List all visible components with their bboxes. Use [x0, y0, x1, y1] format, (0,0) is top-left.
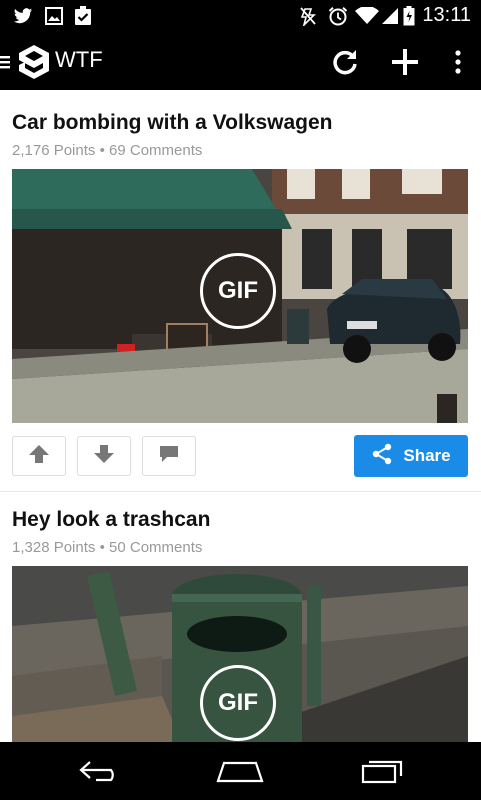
post-comments[interactable]: 69 Comments — [109, 142, 202, 159]
post-title[interactable]: Hey look a trashcan — [12, 508, 210, 532]
signal-icon — [380, 6, 400, 26]
ninegag-logo[interactable] — [14, 42, 54, 82]
menu-icon[interactable] — [0, 42, 12, 82]
mute-icon — [297, 6, 319, 26]
share-button[interactable]: Share — [354, 435, 468, 477]
post-image[interactable]: GIF — [12, 169, 468, 423]
post-meta: 1,328 Points • 50 Comments — [12, 539, 202, 556]
post-points[interactable]: 2,176 Points — [12, 142, 95, 159]
clipboard-check-icon — [72, 6, 94, 26]
twitter-icon — [12, 6, 34, 26]
comment-button[interactable] — [142, 436, 196, 476]
recent-apps-icon[interactable] — [352, 754, 412, 788]
meta-separator: • — [99, 142, 105, 159]
image-icon — [44, 6, 64, 26]
comment-icon — [159, 445, 179, 468]
gif-badge[interactable]: GIF — [200, 665, 276, 741]
app-title: WTF — [55, 47, 103, 72]
post-comments[interactable]: 50 Comments — [109, 539, 202, 556]
home-icon[interactable] — [210, 754, 270, 788]
upvote-button[interactable] — [12, 436, 66, 476]
status-time: 13:11 — [422, 4, 471, 26]
back-icon[interactable] — [70, 754, 130, 788]
gif-badge[interactable]: GIF — [200, 253, 276, 329]
post-points[interactable]: 1,328 Points — [12, 539, 95, 556]
arrow-down-icon — [93, 444, 115, 469]
app-bar: WTF — [0, 32, 481, 90]
battery-icon — [402, 6, 416, 26]
status-bar: 13:11 — [0, 0, 481, 32]
post-meta: 2,176 Points • 69 Comments — [12, 142, 202, 159]
arrow-up-icon — [28, 444, 50, 469]
downvote-button[interactable] — [77, 436, 131, 476]
add-icon[interactable] — [385, 42, 425, 82]
refresh-icon[interactable] — [325, 42, 365, 82]
share-label: Share — [403, 446, 451, 465]
alarm-icon — [326, 6, 350, 26]
share-icon — [371, 443, 393, 470]
overflow-menu-icon[interactable] — [438, 42, 478, 82]
nav-bar — [0, 742, 481, 800]
post-title[interactable]: Car bombing with a Volkswagen — [12, 111, 333, 135]
post-divider — [0, 491, 481, 492]
post-feed: Car bombing with a Volkswagen 2,176 Poin… — [0, 90, 481, 742]
post-image[interactable]: GIF — [12, 566, 468, 742]
wifi-icon — [354, 6, 380, 26]
meta-separator: • — [99, 539, 105, 556]
